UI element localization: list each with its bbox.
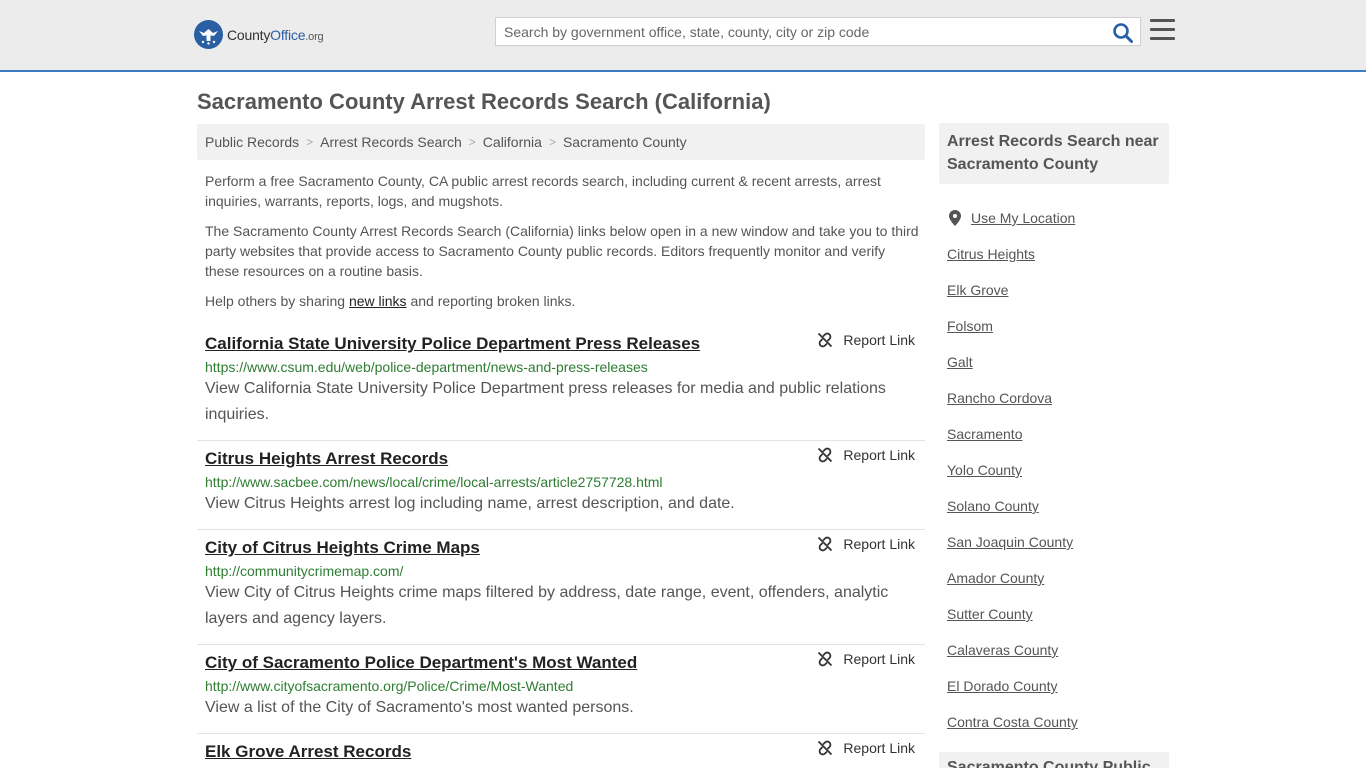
report-link-button[interactable]: Report Link (817, 332, 915, 348)
broken-link-icon (818, 447, 833, 463)
result-item: City of Citrus Heights Crime Maps Report… (197, 530, 925, 645)
sidebar-link-folsom[interactable]: Folsom (947, 318, 993, 334)
page-title: Sacramento County Arrest Records Search … (197, 89, 771, 114)
sidebar-heading: Arrest Records Search near Sacramento Co… (939, 123, 1169, 184)
sidebar-item: Yolo County (947, 452, 1169, 488)
intro-paragraph-3: Help others by sharing new links and rep… (205, 293, 576, 309)
breadcrumb-california[interactable]: California (483, 134, 542, 150)
result-description: View California State University Police … (205, 380, 886, 423)
result-description: View City of Citrus Heights crime maps f… (205, 584, 889, 627)
result-title-link[interactable]: California State University Police Depar… (205, 334, 700, 353)
sidebar-item: Contra Costa County (947, 704, 1169, 740)
sidebar-link-el-dorado-county[interactable]: El Dorado County (947, 678, 1058, 694)
results-list: California State University Police Depar… (197, 326, 925, 768)
breadcrumb-arrest-records-search[interactable]: Arrest Records Search (320, 134, 462, 150)
broken-link-icon (818, 332, 833, 348)
sidebar-item: San Joaquin County (947, 524, 1169, 560)
report-link-button[interactable]: Report Link (817, 447, 915, 463)
report-link-button[interactable]: Report Link (817, 651, 915, 667)
intro-text: Perform a free Sacramento County, CA pub… (205, 171, 921, 321)
sidebar-link-citrus-heights[interactable]: Citrus Heights (947, 246, 1035, 262)
result-title: Citrus Heights Arrest Records (205, 449, 917, 469)
search-box (495, 17, 1141, 46)
sidebar-item: Rancho Cordova (947, 380, 1169, 416)
result-item: Citrus Heights Arrest Records Report Lin… (197, 441, 925, 530)
sidebar-item: Elk Grove (947, 272, 1169, 308)
sidebar-link-sacramento[interactable]: Sacramento (947, 426, 1022, 442)
hamburger-menu-icon[interactable] (1150, 19, 1175, 41)
result-url: https://www.csum.edu/web/police-departme… (205, 359, 648, 375)
result-title-link[interactable]: City of Sacramento Police Department's M… (205, 653, 637, 672)
result-item: California State University Police Depar… (197, 326, 925, 441)
sidebar-item: Sacramento (947, 416, 1169, 452)
eagle-seal-icon (194, 20, 223, 49)
chevron-right-icon: > (468, 135, 476, 149)
sidebar-item: Galt (947, 344, 1169, 380)
sidebar-link-yolo-county[interactable]: Yolo County (947, 462, 1022, 478)
broken-link-icon (818, 740, 833, 756)
breadcrumb-current: Sacramento County (562, 134, 687, 150)
sidebar-heading-2: Sacramento County Public (939, 752, 1169, 768)
sidebar-link-galt[interactable]: Galt (947, 354, 973, 370)
result-title-link[interactable]: Elk Grove Arrest Records (205, 742, 411, 761)
result-title: Elk Grove Arrest Records (205, 742, 917, 762)
sidebar-nearby-list: Use My Location Citrus Heights Elk Grove… (947, 200, 1169, 740)
breadcrumb-public-records[interactable]: Public Records (205, 134, 299, 150)
result-title: California State University Police Depar… (205, 334, 917, 354)
report-link-button[interactable]: Report Link (817, 740, 915, 756)
broken-link-icon (818, 651, 833, 667)
breadcrumb: Public Records > Arrest Records Search >… (197, 124, 925, 160)
sidebar-item: Citrus Heights (947, 236, 1169, 272)
result-title-link[interactable]: City of Citrus Heights Crime Maps (205, 538, 480, 557)
sidebar-item: Folsom (947, 308, 1169, 344)
sidebar-item-use-location: Use My Location (947, 200, 1169, 236)
result-description: View a list of the City of Sacramento's … (205, 699, 634, 716)
sidebar-link-elk-grove[interactable]: Elk Grove (947, 282, 1008, 298)
logo-text: CountyOffice.org (227, 26, 324, 43)
search-icon[interactable] (1112, 22, 1134, 44)
sidebar-link-solano-county[interactable]: Solano County (947, 498, 1039, 514)
sidebar-link-rancho-cordova[interactable]: Rancho Cordova (947, 390, 1052, 406)
result-item: City of Sacramento Police Department's M… (197, 645, 925, 734)
site-header: CountyOffice.org (0, 0, 1366, 72)
search-input[interactable] (496, 18, 1096, 45)
chevron-right-icon: > (306, 135, 314, 149)
result-description: View Citrus Heights arrest log including… (205, 495, 735, 512)
sidebar-item: Sutter County (947, 596, 1169, 632)
intro-paragraph-1: Perform a free Sacramento County, CA pub… (205, 173, 881, 209)
sidebar-link-amador-county[interactable]: Amador County (947, 570, 1044, 586)
chevron-right-icon: > (548, 135, 556, 149)
site-logo[interactable]: CountyOffice.org (194, 20, 324, 49)
use-my-location-link[interactable]: Use My Location (971, 210, 1075, 226)
result-url: http://www.cityofsacramento.org/Police/C… (205, 678, 574, 694)
result-item: Elk Grove Arrest Records Report Link (197, 734, 925, 768)
intro-paragraph-2: The Sacramento County Arrest Records Sea… (205, 223, 919, 279)
sidebar-item: Calaveras County (947, 632, 1169, 668)
result-title: City of Sacramento Police Department's M… (205, 653, 917, 673)
result-title-link[interactable]: Citrus Heights Arrest Records (205, 449, 448, 468)
sidebar-link-contra-costa-county[interactable]: Contra Costa County (947, 714, 1078, 730)
broken-link-icon (818, 536, 833, 552)
result-title: City of Citrus Heights Crime Maps (205, 538, 917, 558)
sidebar-link-san-joaquin-county[interactable]: San Joaquin County (947, 534, 1073, 550)
sidebar-item: El Dorado County (947, 668, 1169, 704)
result-url: http://www.sacbee.com/news/local/crime/l… (205, 474, 663, 490)
report-link-button[interactable]: Report Link (817, 536, 915, 552)
new-links-link[interactable]: new links (349, 293, 407, 309)
result-url: http://communitycrimemap.com/ (205, 563, 404, 579)
sidebar-link-sutter-county[interactable]: Sutter County (947, 606, 1033, 622)
sidebar-item: Amador County (947, 560, 1169, 596)
sidebar-link-calaveras-county[interactable]: Calaveras County (947, 642, 1058, 658)
sidebar-item: Solano County (947, 488, 1169, 524)
map-pin-icon (949, 210, 961, 226)
